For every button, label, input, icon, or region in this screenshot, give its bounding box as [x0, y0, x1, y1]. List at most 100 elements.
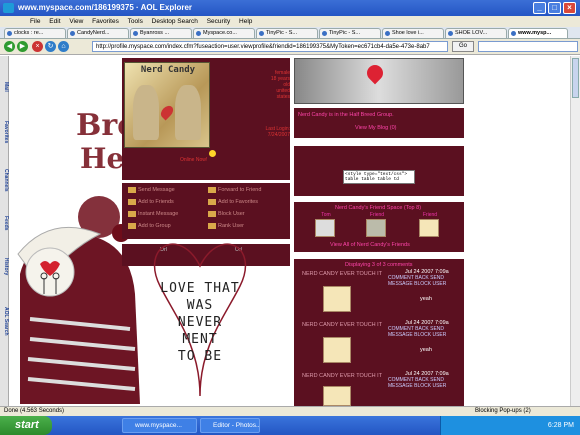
friend-1-name[interactable]: Tom	[312, 212, 340, 218]
menu-security[interactable]: Security	[207, 18, 230, 25]
start-button[interactable]: start	[0, 416, 52, 435]
tab-myspace-active[interactable]: www.mysp...	[508, 28, 568, 39]
poster-line-3: NEVER	[177, 315, 223, 330]
poster-line-4: MENT	[182, 332, 218, 347]
comment-3-avatar[interactable]	[323, 386, 351, 406]
friends-header: Nerd Candy's Friend Space (Top 8)	[335, 205, 422, 211]
status-text: Done (4.563 Seconds)	[4, 408, 65, 414]
profile-photo[interactable]: Nerd Candy	[124, 62, 210, 148]
comment-3-actions: COMMENT BACK SEND MESSAGE BLOCK USER	[388, 377, 462, 389]
block-user-link[interactable]: Block User	[218, 211, 245, 217]
block-user-link[interactable]: BLOCK USER	[414, 383, 446, 389]
windows-taskbar: start www.myspace... Editor - Photos... …	[0, 416, 580, 435]
friend-1-photo[interactable]	[315, 219, 335, 237]
sidebar-tab-aol-search[interactable]: AOL Search	[0, 296, 9, 346]
profile-stats: female 18 years old united states	[256, 70, 290, 100]
comment-2-name[interactable]: NERD CANDY EVER TOUCH IT	[302, 322, 382, 328]
block-user-link[interactable]: BLOCK USER	[414, 281, 446, 287]
forward-link[interactable]: Forward to Friend	[218, 187, 261, 193]
sneaker-illustration	[17, 226, 140, 404]
tab-byanross[interactable]: Byanross ...	[130, 28, 192, 39]
add-favorites-link[interactable]: Add to Favorites	[218, 199, 258, 205]
online-now-label: Online Now!	[180, 157, 208, 163]
instant-message-icon	[128, 211, 136, 217]
block-user-icon	[208, 211, 216, 217]
tab-candynerd[interactable]: CandyNerd...	[67, 28, 129, 39]
scrollbar-thumb[interactable]	[572, 58, 579, 98]
poster-line-2: WAS	[186, 298, 214, 313]
poster-line-1: LOVE THAT	[160, 281, 240, 296]
menu-desktop-search[interactable]: Desktop Search	[152, 18, 198, 25]
tab-shoe-love[interactable]: Shoe love i...	[382, 28, 444, 39]
sidebar-tab-channels[interactable]: Channels	[0, 161, 9, 199]
sidebar-tab-history[interactable]: History	[0, 251, 9, 283]
address-input[interactable]: http://profile.myspace.com/index.cfm?fus…	[92, 41, 448, 52]
tab-strip: clocks : re... CandyNerd... Byanross ...…	[0, 27, 580, 39]
comment-1-body: yeah	[420, 296, 432, 302]
send-message-icon	[128, 187, 136, 193]
photo-figure-left	[133, 85, 159, 140]
go-button[interactable]: Go	[452, 41, 474, 52]
tab-clocks[interactable]: clocks : re...	[4, 28, 66, 39]
photo-figure-right	[175, 85, 201, 140]
menu-edit[interactable]: Edit	[49, 18, 60, 25]
sidebar-tab-mail[interactable]: Mail	[0, 72, 9, 102]
menu-view[interactable]: View	[69, 18, 83, 25]
view-blog-link[interactable]: View My Blog (0)	[355, 125, 396, 131]
send-message-link[interactable]: Send Message	[138, 187, 175, 193]
forward-icon	[208, 187, 216, 193]
tab-tinypic-2[interactable]: TinyPic - S...	[319, 28, 381, 39]
taskbar-item-browser[interactable]: www.myspace...	[122, 418, 197, 433]
back-icon[interactable]: ◀	[4, 41, 15, 52]
window-titlebar: www.myspace.com/186199375 · AOL Explorer…	[0, 0, 580, 16]
add-friend-icon	[128, 199, 136, 205]
comment-2-body: yeah	[420, 347, 432, 353]
friend-3-name[interactable]: Friend	[416, 212, 444, 218]
minimize-button[interactable]: _	[533, 2, 546, 14]
add-favorites-icon	[208, 199, 216, 205]
refresh-icon[interactable]: ↻	[45, 41, 56, 52]
poster-text: LOVE THAT WAS NEVER MENT TO BE	[130, 280, 270, 365]
friend-3-photo[interactable]	[419, 219, 439, 237]
home-icon[interactable]: ⌂	[58, 41, 69, 52]
system-tray: 6:28 PM	[440, 416, 580, 435]
tab-myspace[interactable]: Myspace.co...	[193, 28, 255, 39]
tab-shoe-love-2[interactable]: SHOE LOV...	[445, 28, 507, 39]
friend-2-photo[interactable]	[366, 219, 386, 237]
instant-message-link[interactable]: Instant Message	[138, 211, 178, 217]
sidebar-tab-feeds[interactable]: Feeds	[0, 209, 9, 237]
menu-tools[interactable]: Tools	[128, 18, 143, 25]
close-button[interactable]: ×	[563, 2, 576, 14]
add-group-icon	[128, 223, 136, 229]
banner-image	[294, 58, 464, 104]
code-textarea[interactable]: <style type="text/css"> table table tabl…	[343, 170, 415, 184]
banner-heart-icon	[363, 61, 387, 85]
group-text: Nerd Candy is in the Half Breed Group.	[298, 112, 394, 118]
comment-2-avatar[interactable]	[323, 337, 351, 363]
friend-2-name[interactable]: Friend	[363, 212, 391, 218]
menu-favorites[interactable]: Favorites	[92, 18, 119, 25]
taskbar-item-editor[interactable]: Editor - Photos...	[200, 418, 260, 433]
aol-sidebar: Mail Favorites Channels Feeds History AO…	[0, 56, 9, 406]
status-bar: Done (4.563 Seconds) Blocking Pop-ups (2…	[0, 406, 580, 416]
stop-icon[interactable]: ×	[32, 41, 43, 52]
page-scrollbar[interactable]	[570, 56, 580, 406]
tab-tinypic-1[interactable]: TinyPic - S...	[256, 28, 318, 39]
comment-1-name[interactable]: NERD CANDY EVER TOUCH IT	[302, 271, 382, 277]
forward-icon[interactable]: ▶	[17, 41, 28, 52]
comment-1-avatar[interactable]	[323, 286, 351, 312]
block-user-link[interactable]: BLOCK USER	[414, 332, 446, 338]
address-toolbar: ◀ ▶ × ↻ ⌂ http://profile.myspace.com/ind…	[0, 39, 580, 55]
view-all-friends-link[interactable]: View All of Nerd Candy's Friends	[330, 242, 410, 248]
menu-file[interactable]: File	[30, 18, 40, 25]
menu-help[interactable]: Help	[239, 18, 252, 25]
popup-blocker-status[interactable]: Blocking Pop-ups (2)	[475, 407, 531, 416]
add-friends-link[interactable]: Add to Friends	[138, 199, 174, 205]
comments-header: Displaying 3 of 3 comments	[345, 262, 413, 268]
search-input[interactable]	[478, 41, 578, 52]
heart-icon	[158, 103, 176, 121]
menu-bar: File Edit View Favorites Tools Desktop S…	[0, 16, 580, 27]
sidebar-tab-favorites[interactable]: Favorites	[0, 112, 9, 152]
comment-3-name[interactable]: NERD CANDY EVER TOUCH IT	[302, 373, 382, 379]
maximize-button[interactable]: □	[548, 2, 561, 14]
